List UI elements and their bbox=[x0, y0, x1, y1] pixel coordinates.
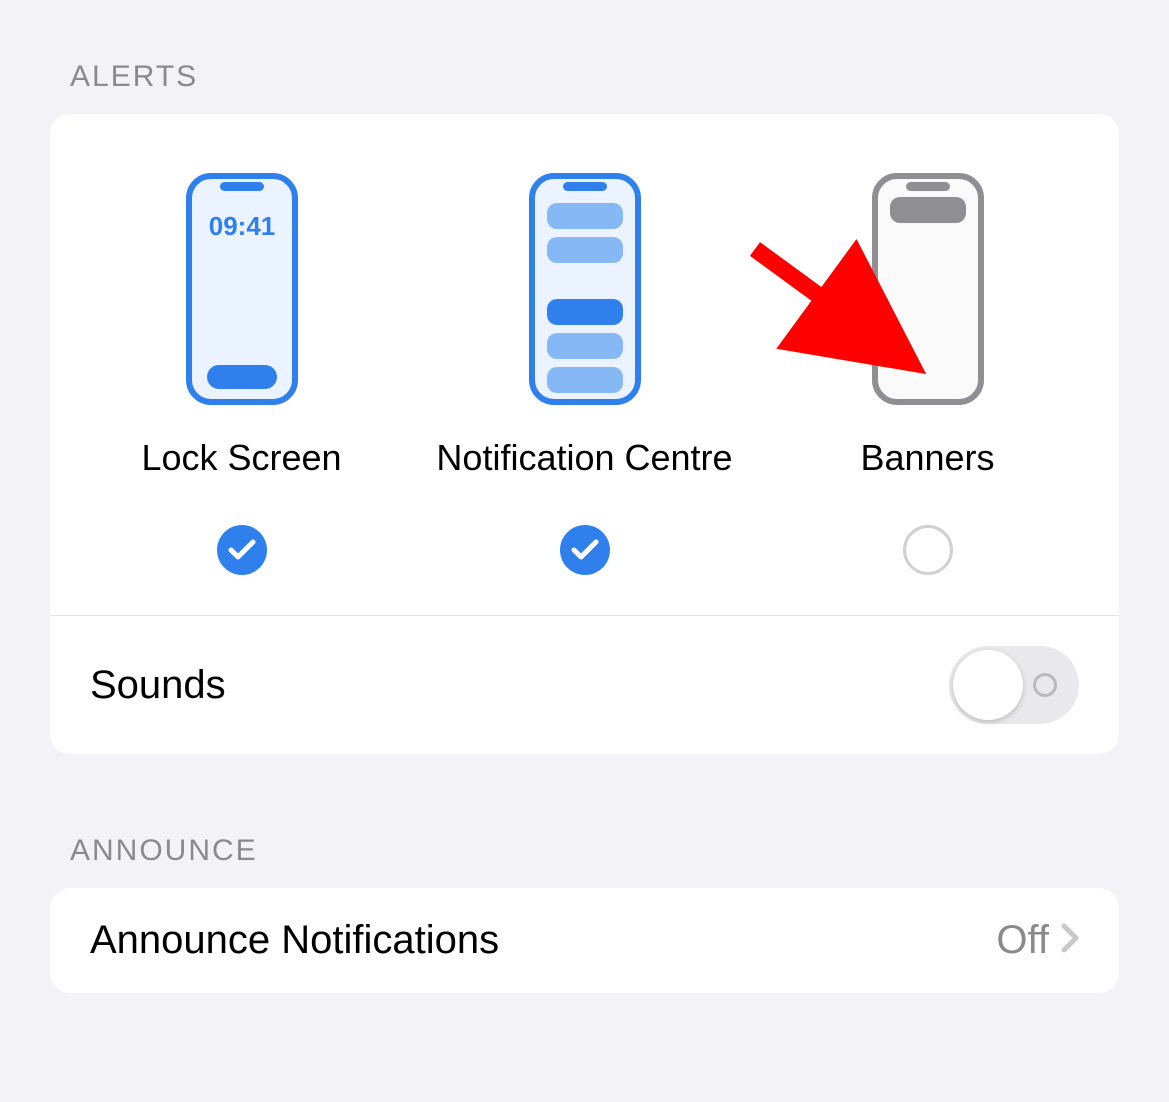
alert-option-notification-centre[interactable]: Notification Centre bbox=[413, 169, 756, 575]
svg-text:09:41: 09:41 bbox=[208, 211, 275, 241]
announce-header: ANNOUNCE bbox=[50, 814, 1119, 888]
check-icon bbox=[571, 539, 599, 561]
lockscreen-phone-icon: 09:41 bbox=[186, 169, 298, 409]
settings-page: ALERTS 09:41 Lo bbox=[20, 20, 1149, 1013]
alert-option-banners[interactable]: Banners bbox=[756, 169, 1099, 575]
alert-option-lockscreen[interactable]: 09:41 Lock Screen bbox=[70, 169, 413, 575]
alert-label-notification-centre: Notification Centre bbox=[436, 437, 732, 479]
alerts-header: ALERTS bbox=[50, 40, 1119, 114]
check-icon bbox=[228, 539, 256, 561]
toggle-off-indicator-icon bbox=[1033, 673, 1057, 697]
announce-notifications-value: Off bbox=[996, 918, 1049, 963]
banners-phone-icon bbox=[872, 169, 984, 409]
checkmark-lockscreen[interactable] bbox=[217, 525, 267, 575]
announce-card: Announce Notifications Off bbox=[50, 888, 1119, 993]
announce-notifications-value-wrap: Off bbox=[996, 918, 1079, 963]
notification-centre-phone-icon bbox=[529, 169, 641, 409]
alert-label-lockscreen: Lock Screen bbox=[141, 437, 341, 479]
alert-options-row: 09:41 Lock Screen bbox=[50, 114, 1119, 616]
alert-label-banners: Banners bbox=[860, 437, 994, 479]
sounds-toggle[interactable] bbox=[949, 646, 1079, 724]
toggle-knob bbox=[953, 650, 1023, 720]
checkmark-notification-centre[interactable] bbox=[560, 525, 610, 575]
sounds-label: Sounds bbox=[90, 663, 226, 708]
announce-notifications-row[interactable]: Announce Notifications Off bbox=[50, 888, 1119, 993]
announce-notifications-label: Announce Notifications bbox=[90, 918, 499, 963]
alerts-card: 09:41 Lock Screen bbox=[50, 114, 1119, 754]
chevron-right-icon bbox=[1061, 918, 1079, 963]
checkmark-banners[interactable] bbox=[903, 525, 953, 575]
sounds-row: Sounds bbox=[50, 616, 1119, 754]
